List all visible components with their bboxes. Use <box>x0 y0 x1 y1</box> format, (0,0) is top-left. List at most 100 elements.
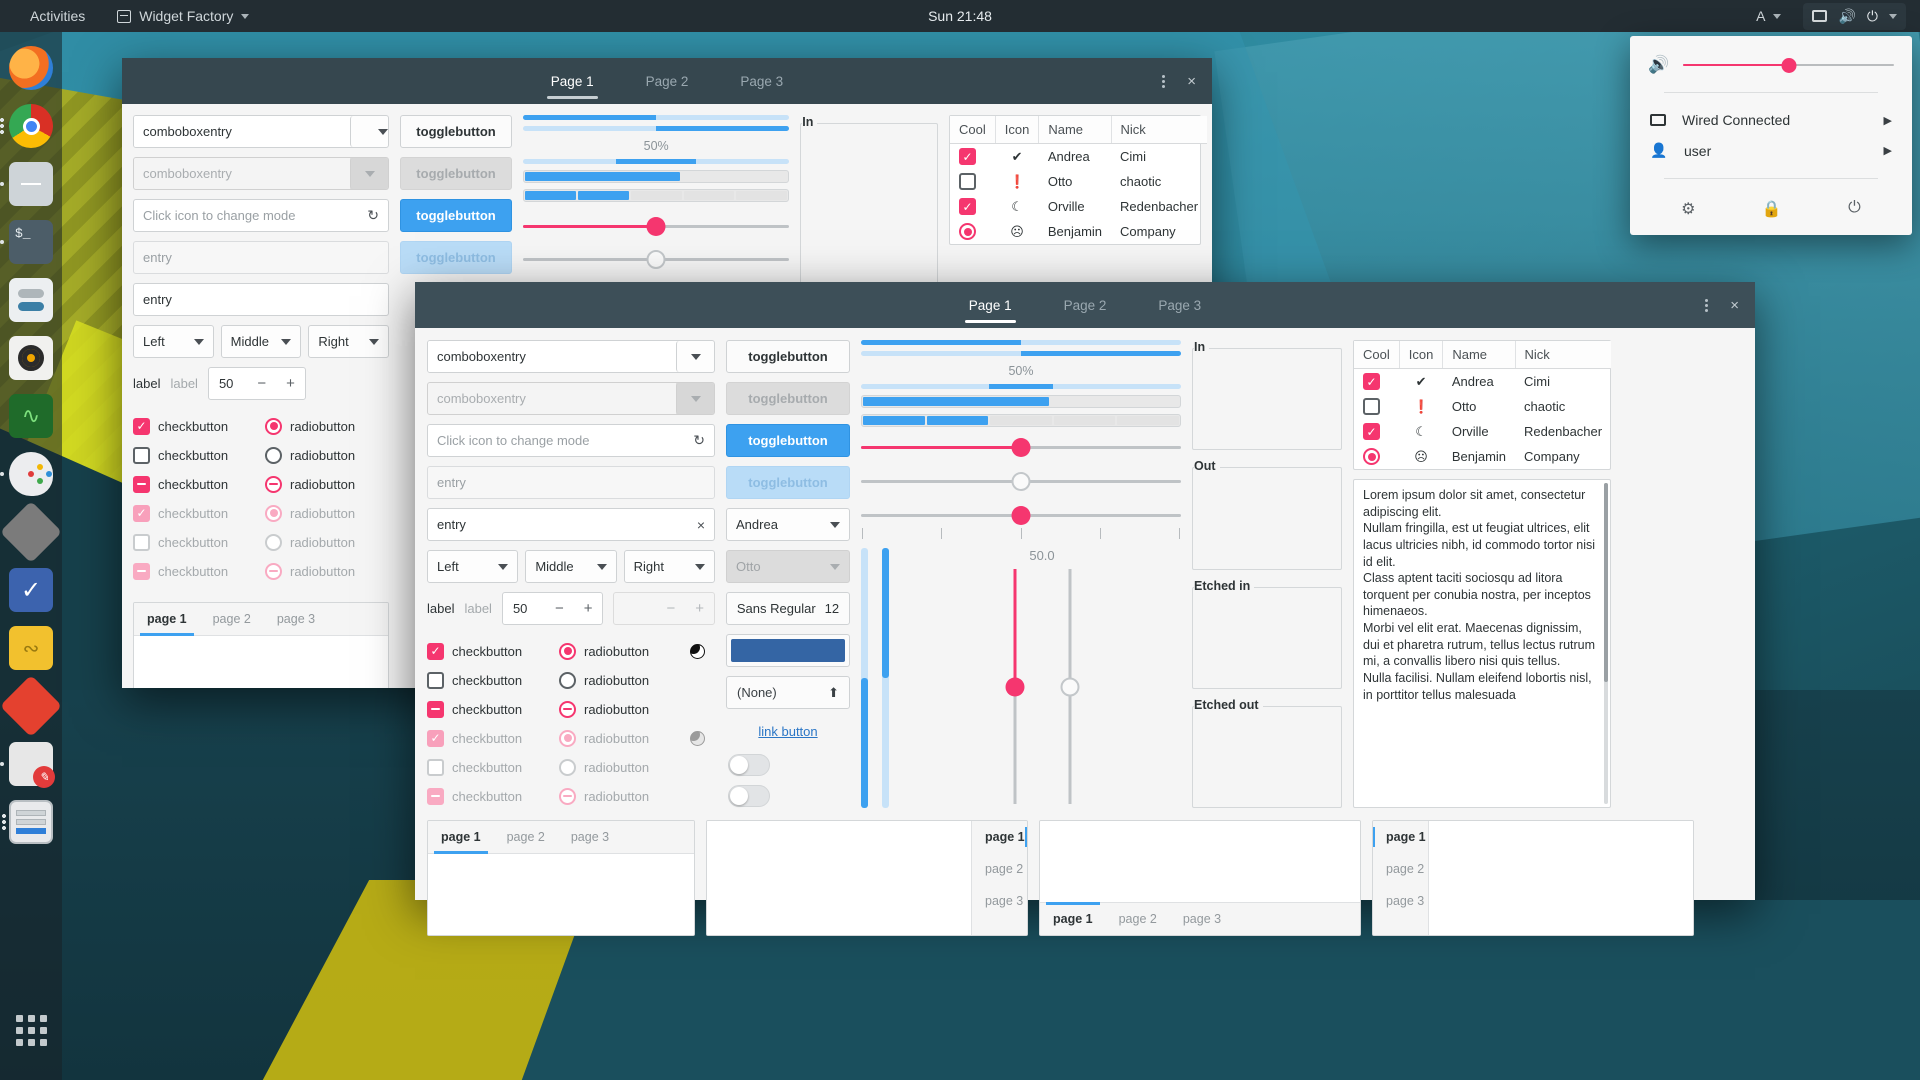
dock-item-text-editor[interactable]: ✎ <box>9 742 53 786</box>
row-checkbox[interactable] <box>1363 398 1380 415</box>
notebook-tab-page-1[interactable]: page 1 <box>1373 821 1428 853</box>
mode-entry[interactable]: Click icon to change mode ↻ <box>133 199 389 232</box>
column-header-cool[interactable]: Cool <box>1354 341 1399 369</box>
spinbutton[interactable]: 50 − + <box>208 367 306 400</box>
row-checkbox[interactable]: ✓ <box>959 198 976 215</box>
column-header-name[interactable]: Name <box>1443 341 1515 369</box>
row-radio[interactable] <box>959 223 976 240</box>
combo-andrea[interactable]: Andrea <box>726 508 850 541</box>
entry-empty[interactable]: entry <box>427 466 715 499</box>
scale-2[interactable] <box>523 246 789 272</box>
entry-filled[interactable]: entry <box>133 283 389 316</box>
checkbutton[interactable]: ✓ <box>427 643 444 660</box>
header-tab-page-2[interactable]: Page 2 <box>624 58 711 104</box>
mode-entry[interactable]: Click icon to change mode ↻ <box>427 424 715 457</box>
header-tab-page-2[interactable]: Page 2 <box>1042 282 1129 328</box>
font-button[interactable]: Sans Regular 12 <box>726 592 850 625</box>
switch-1[interactable] <box>728 754 770 776</box>
scrollbar-vertical[interactable] <box>1604 483 1608 804</box>
dock-item-inkscape[interactable] <box>0 501 62 563</box>
togglebutton-active[interactable]: togglebutton <box>726 424 850 457</box>
dock-item-system-monitor[interactable]: ∿ <box>9 394 53 438</box>
textview[interactable]: Lorem ipsum dolor sit amet, consectetur … <box>1353 479 1611 808</box>
spin-minus-button[interactable]: − <box>551 600 568 617</box>
clock[interactable]: Sun 21:48 <box>0 8 1920 24</box>
entry-filled[interactable]: entry × <box>427 508 715 541</box>
scale-horizontal-2[interactable] <box>861 468 1181 494</box>
lock-button[interactable]: 🔒 <box>1762 199 1782 219</box>
dock-item-firefox[interactable] <box>9 46 53 90</box>
notebook-tabs-bottom[interactable]: page 1 page 2 page 3 <box>1039 820 1361 936</box>
kebab-menu-icon[interactable] <box>1705 299 1708 312</box>
combo-right[interactable]: Right <box>308 325 389 358</box>
treeview[interactable]: Cool Icon Name Nick ✓ ✔ Andrea Cimi ❗ <box>1353 340 1611 470</box>
header-tab-page-3[interactable]: Page 3 <box>718 58 805 104</box>
dock-item-todo[interactable]: ✓ <box>9 568 53 612</box>
togglebutton-normal[interactable]: togglebutton <box>726 340 850 373</box>
scale-handle[interactable] <box>1012 472 1031 491</box>
header-tab-page-1[interactable]: Page 1 <box>529 58 616 104</box>
dock-item-gimp[interactable] <box>9 452 53 496</box>
notebook-tabs-left[interactable]: page 1 page 2 page 3 <box>1372 820 1694 936</box>
radiobutton[interactable] <box>265 476 282 493</box>
header-tab-page-1[interactable]: Page 1 <box>947 282 1034 328</box>
dock-item-audio[interactable] <box>9 336 53 380</box>
row-checkbox[interactable]: ✓ <box>1363 373 1380 390</box>
notebook-tab-page-3[interactable]: page 3 <box>1170 903 1234 935</box>
notebook-tabs-right[interactable]: page 1 page 2 page 3 <box>706 820 1028 936</box>
checkbutton[interactable]: ✓ <box>133 418 150 435</box>
notebook-tab-page-1[interactable]: page 1 <box>134 603 200 635</box>
scale-handle[interactable] <box>1012 438 1031 457</box>
combo-left[interactable]: Left <box>427 550 518 583</box>
close-icon[interactable]: × <box>1724 295 1745 316</box>
togglebutton-active[interactable]: togglebutton <box>400 199 512 232</box>
slider-handle[interactable] <box>1781 58 1796 73</box>
volume-icon[interactable]: 🔊 <box>1648 55 1669 75</box>
refresh-icon[interactable]: ↻ <box>693 432 705 449</box>
treeview[interactable]: Cool Icon Name Nick ✓✔AndreaCimi ❗Ottoch… <box>949 115 1201 245</box>
column-header-nick[interactable]: Nick <box>1515 341 1611 369</box>
widget-factory-window[interactable]: Page 1 Page 2 Page 3 × comboboxentry com… <box>415 282 1755 900</box>
notebook-tab-page-3[interactable]: page 3 <box>264 603 328 635</box>
dock-item-chrome[interactable] <box>9 104 53 148</box>
scale-horizontal-1[interactable] <box>861 434 1181 460</box>
notebook-tab-page-2[interactable]: page 2 <box>494 821 558 853</box>
dock-item-git[interactable] <box>0 675 62 737</box>
refresh-icon[interactable]: ↻ <box>367 207 379 224</box>
combo-middle[interactable]: Middle <box>525 550 616 583</box>
dock-item-files[interactable] <box>9 162 53 206</box>
column-header-name[interactable]: Name <box>1039 116 1111 144</box>
spin-minus-button[interactable]: − <box>253 375 270 392</box>
dock-item-widget-factory[interactable] <box>9 800 53 844</box>
settings-button[interactable]: ⚙ <box>1681 199 1695 219</box>
clear-icon[interactable]: × <box>697 517 705 533</box>
vertical-scale-2[interactable] <box>1060 569 1079 804</box>
volume-slider[interactable] <box>1683 56 1894 74</box>
notebook-top[interactable]: page 1 page 2 page 3 <box>133 602 389 688</box>
notebook-tabs-top[interactable]: page 1 page 2 page 3 <box>427 820 695 936</box>
row-checkbox[interactable] <box>959 173 976 190</box>
radiobutton[interactable] <box>265 447 282 464</box>
dock-item-settings[interactable] <box>9 278 53 322</box>
notebook-tab-page-1[interactable]: page 1 <box>1040 903 1106 935</box>
column-header-icon[interactable]: Icon <box>1399 341 1443 369</box>
switch-2[interactable] <box>728 785 770 807</box>
scale-handle[interactable] <box>1060 677 1079 696</box>
combo-left[interactable]: Left <box>133 325 214 358</box>
scale-handle[interactable] <box>1012 506 1031 525</box>
notebook-tab-page-2[interactable]: page 2 <box>972 853 1027 885</box>
comboboxentry-arrow-button[interactable] <box>676 341 714 372</box>
combo-middle[interactable]: Middle <box>221 325 302 358</box>
kebab-menu-icon[interactable] <box>1162 75 1165 88</box>
vertical-scale-1[interactable] <box>1005 569 1024 804</box>
column-header-icon[interactable]: Icon <box>995 116 1039 144</box>
notebook-tab-page-1[interactable]: page 1 <box>428 821 494 853</box>
scale-horizontal-3[interactable] <box>861 502 1181 528</box>
radiobutton[interactable] <box>265 418 282 435</box>
column-header-nick[interactable]: Nick <box>1111 116 1207 144</box>
dock-item-terminal[interactable]: $_ <box>9 220 53 264</box>
header-tab-page-3[interactable]: Page 3 <box>1136 282 1223 328</box>
network-menu-item[interactable]: Wired Connected ▶ <box>1648 105 1894 135</box>
notebook-tab-page-2[interactable]: page 2 <box>1373 853 1428 885</box>
notebook-tab-page-2[interactable]: page 2 <box>1106 903 1170 935</box>
